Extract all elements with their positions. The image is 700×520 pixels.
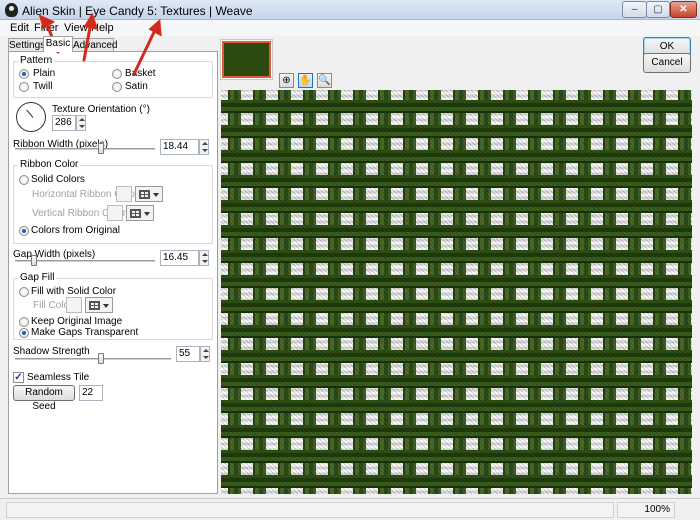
pattern-satin-radio[interactable] <box>112 82 122 92</box>
chevron-down-icon <box>144 212 150 216</box>
solid-colors-label[interactable]: Solid Colors <box>31 174 85 185</box>
cancel-button[interactable]: Cancel <box>643 53 691 73</box>
shadow-strength-track[interactable] <box>15 358 171 360</box>
fill-color-swatch[interactable] <box>66 297 82 313</box>
chevron-down-icon <box>103 304 109 308</box>
gap-width-spinner[interactable] <box>199 250 209 266</box>
pattern-satin-label[interactable]: Satin <box>125 81 148 92</box>
make-gaps-transparent-label[interactable]: Make Gaps Transparent <box>31 327 138 338</box>
tab-settings[interactable]: Settings <box>8 38 45 52</box>
maximize-button[interactable]: ▢ <box>646 1 670 18</box>
pattern-plain-label[interactable]: Plain <box>33 68 55 79</box>
random-seed-input[interactable]: 22 <box>79 385 103 401</box>
colors-from-original-label[interactable]: Colors from Original <box>31 225 120 236</box>
solid-colors-radio[interactable] <box>19 175 29 185</box>
seamless-tile-checkbox[interactable]: ✓ <box>13 372 24 383</box>
shadow-strength-input[interactable]: 55 <box>176 346 200 362</box>
hand-icon[interactable]: ✋ <box>298 73 313 88</box>
make-gaps-transparent-radio[interactable] <box>19 328 29 338</box>
horizontal-ribbon-color-swatch[interactable] <box>116 186 132 202</box>
alien-skin-app-icon <box>5 3 18 17</box>
random-seed-button[interactable]: Random Seed <box>13 385 75 412</box>
pattern-plain-radio[interactable] <box>19 69 29 79</box>
pattern-basket-label[interactable]: Basket <box>125 68 156 79</box>
horizontal-ribbon-color-dropdown[interactable] <box>135 186 163 202</box>
fill-color-dropdown[interactable] <box>85 297 113 313</box>
menu-bar: Edit Filter View Help <box>0 20 700 36</box>
grid-icon <box>130 209 141 218</box>
pattern-group <box>13 61 213 98</box>
shadow-strength-slider-thumb[interactable] <box>97 353 104 364</box>
texture-orientation-spinner[interactable] <box>76 115 86 131</box>
texture-orientation-label: Texture Orientation (°) <box>52 104 150 115</box>
menu-help[interactable]: Help <box>91 22 114 34</box>
menu-view[interactable]: View <box>64 22 88 34</box>
gap-fill-group-label: Gap Fill <box>18 272 57 283</box>
status-message <box>6 502 614 518</box>
grid-icon <box>89 301 100 310</box>
pattern-basket-radio[interactable] <box>112 69 122 79</box>
keep-original-image-label[interactable]: Keep Original Image <box>31 316 122 327</box>
zoom-level: 100% <box>617 502 675 518</box>
menu-edit[interactable]: Edit <box>10 22 29 34</box>
keep-original-image-radio[interactable] <box>19 317 29 327</box>
seamless-tile-label[interactable]: Seamless Tile <box>27 372 89 383</box>
pattern-group-label: Pattern <box>18 55 55 66</box>
zoom-icon[interactable]: 🔍 <box>317 73 332 88</box>
gap-width-input[interactable]: 16.45 <box>160 250 199 266</box>
window-title: Alien Skin | Eye Candy 5: Textures | Wea… <box>22 4 253 18</box>
settings-panel: Pattern Plain Basket Twill Satin Texture… <box>8 51 218 494</box>
minimize-button[interactable]: – <box>622 1 647 18</box>
weave-texture-overlay <box>221 90 692 494</box>
ribbon-width-spinner[interactable] <box>199 139 209 155</box>
preview-toggle-icon[interactable]: ⊕ <box>279 73 294 88</box>
texture-orientation-dial[interactable] <box>16 102 46 132</box>
chevron-down-icon <box>153 193 159 197</box>
gap-width-slider-thumb[interactable] <box>31 255 38 266</box>
close-button[interactable]: ✕ <box>670 1 697 18</box>
vertical-ribbon-color-swatch[interactable] <box>107 205 123 221</box>
tab-advanced[interactable]: Advanced <box>72 38 117 52</box>
ribbon-width-slider-thumb[interactable] <box>98 143 105 154</box>
title-bar: Alien Skin | Eye Candy 5: Textures | Wea… <box>0 0 700 20</box>
pattern-twill-radio[interactable] <box>19 82 29 92</box>
status-bar: 100% <box>0 498 700 520</box>
weave-preview-canvas[interactable] <box>221 90 692 494</box>
vertical-ribbon-color-dropdown[interactable] <box>126 205 154 221</box>
pattern-twill-label[interactable]: Twill <box>33 81 52 92</box>
shadow-strength-label: Shadow Strength <box>13 346 90 357</box>
preview-navigator-viewport[interactable] <box>222 41 271 78</box>
menu-filter[interactable]: Filter <box>34 22 58 34</box>
ribbon-width-input[interactable]: 18.44 <box>160 139 199 155</box>
fill-solid-color-label[interactable]: Fill with Solid Color <box>31 286 116 297</box>
texture-orientation-input[interactable]: 286 <box>52 115 76 131</box>
ribbon-color-group-label: Ribbon Color <box>18 159 81 170</box>
fill-solid-color-radio[interactable] <box>19 287 29 297</box>
ribbon-width-track[interactable] <box>15 148 155 150</box>
shadow-strength-spinner[interactable] <box>200 346 210 362</box>
tab-basic[interactable]: Basic <box>43 36 73 52</box>
grid-icon <box>139 190 150 199</box>
colors-from-original-radio[interactable] <box>19 226 29 236</box>
gap-width-label: Gap Width (pixels) <box>13 249 96 260</box>
